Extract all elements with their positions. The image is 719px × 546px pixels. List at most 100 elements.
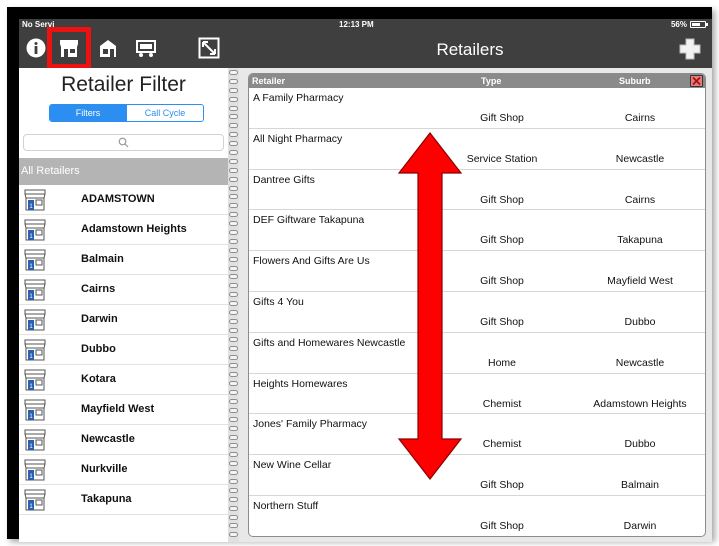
retailer-type: Gift Shop: [480, 112, 524, 124]
table-row[interactable]: Flowers And Gifts Are Us Gift Shop Mayfiel…: [249, 251, 705, 292]
tab-call-cycle[interactable]: Call Cycle: [126, 105, 203, 121]
filter-segmented-control: Filters Call Cycle: [49, 104, 204, 122]
binder-ring: [229, 238, 238, 244]
retailers-panel: Retailer Type Suburb A Family Pharmacy Gi…: [239, 68, 712, 542]
binder-rings: [229, 70, 239, 541]
binder-ring: [229, 354, 238, 360]
binder-ring: [229, 478, 238, 484]
binder-ring: [229, 96, 238, 102]
scroll-arrow-annotation: [397, 132, 463, 480]
binder-ring: [229, 470, 238, 476]
table-row[interactable]: Jones' Family Pharmacy Chemist Dubbo: [249, 414, 705, 456]
binder-ring: [229, 123, 238, 129]
suburb-label: Newcastle: [81, 433, 135, 445]
expand-icon[interactable]: [198, 37, 220, 59]
retailer-suburb: Adamstown Heights: [593, 397, 687, 410]
binder-ring: [229, 363, 238, 369]
retailer-suburb: Balmain: [621, 479, 659, 492]
store-icon: 1: [23, 248, 47, 272]
table-row[interactable]: Northern Stuff Gift Shop Darwin: [249, 496, 705, 536]
suburb-label: Balmain: [81, 253, 124, 265]
suburb-item[interactable]: 1 Kotara: [19, 365, 228, 395]
suburb-item[interactable]: 1 ADAMSTOWN: [19, 185, 228, 215]
cart-icon[interactable]: [135, 37, 157, 59]
store-icon: 1: [23, 188, 47, 212]
retailer-card-icon[interactable]: [97, 37, 119, 59]
ipad-screen: No Servi 12:13 PM 56% Retailers Retailer…: [19, 19, 712, 542]
binder-ring: [229, 416, 238, 422]
binder-ring: [229, 114, 238, 120]
retailer-suburb: Takapuna: [617, 234, 663, 247]
column-header-suburb[interactable]: Suburb: [619, 76, 651, 86]
suburb-item[interactable]: 1 Dubbo: [19, 335, 228, 365]
table-row[interactable]: Heights Homewares Chemist Adamstown Height…: [249, 374, 705, 415]
suburb-item[interactable]: 1 Takapuna: [19, 485, 228, 515]
binder-ring: [229, 221, 238, 227]
retailer-suburb: Dubbo: [624, 315, 656, 328]
table-row[interactable]: Gifts and Homewares Newcastle Home Newcast…: [249, 333, 705, 374]
binder-ring: [229, 78, 238, 84]
tab-filters[interactable]: Filters: [50, 105, 126, 121]
all-retailers-item[interactable]: All Retailers: [19, 158, 228, 185]
binder-ring: [229, 141, 238, 147]
table-body: A Family Pharmacy Gift Shop Cairns All Nig…: [249, 88, 705, 536]
info-icon[interactable]: [25, 37, 47, 59]
table-row[interactable]: Gifts 4 You Gift Shop Dubbo: [249, 292, 705, 333]
retailers-header: Retailers: [228, 31, 712, 68]
column-header-retailer[interactable]: Retailer: [252, 76, 285, 86]
column-header-type[interactable]: Type: [481, 76, 501, 86]
binder-ring: [229, 310, 238, 316]
table-row[interactable]: Dantree Gifts Gift Shop Cairns: [249, 170, 705, 211]
binder-ring: [229, 203, 238, 209]
store-icon: 1: [23, 368, 47, 392]
suburb-list: 1 ADAMSTOWN 1 Adamstown Heights 1 Balmain 1…: [19, 185, 228, 515]
close-icon[interactable]: [690, 75, 703, 87]
search-input[interactable]: [23, 134, 224, 151]
binder-ring: [229, 230, 238, 236]
retailer-name: Northern Stuff: [253, 499, 319, 512]
suburb-item[interactable]: 1 Newcastle: [19, 425, 228, 455]
retailer-name: Heights Homewares: [253, 377, 348, 390]
binder-ring: [229, 176, 238, 182]
binder-ring: [229, 487, 238, 493]
store-icon: 1: [23, 338, 47, 362]
retailer-suburb: Dubbo: [624, 438, 656, 451]
retailer-name: All Night Pharmacy: [253, 132, 343, 145]
binder-ring: [229, 150, 238, 156]
panel-divider: [228, 68, 239, 542]
battery-indicator: 56%: [670, 20, 708, 29]
suburb-label: Takapuna: [81, 493, 132, 505]
table-row[interactable]: New Wine Cellar Gift Shop Balmain: [249, 455, 705, 496]
suburb-item[interactable]: 1 Adamstown Heights: [19, 215, 228, 245]
retailer-suburb: Newcastle: [615, 356, 665, 369]
suburb-item[interactable]: 1 Cairns: [19, 275, 228, 305]
table-row[interactable]: All Night Pharmacy Service Station Newcast…: [249, 129, 705, 170]
table-row[interactable]: A Family Pharmacy Gift Shop Cairns: [249, 88, 705, 129]
suburb-item[interactable]: 1 Balmain: [19, 245, 228, 275]
suburb-item[interactable]: 1 Mayfield West: [19, 395, 228, 425]
retailer-suburb: Mayfield West: [607, 275, 673, 288]
binder-ring: [229, 185, 238, 191]
store-icon: 1: [23, 218, 47, 242]
binder-ring: [229, 132, 238, 138]
binder-ring: [229, 461, 238, 467]
binder-ring: [229, 372, 238, 378]
retailer-suburb: Darwin: [623, 519, 657, 532]
battery-percent: 56%: [670, 20, 687, 29]
retailer-name: Gifts 4 You: [253, 295, 304, 308]
plus-icon[interactable]: [678, 37, 702, 61]
retailer-suburb: Newcastle: [615, 152, 665, 165]
binder-ring: [229, 194, 238, 200]
retailer-suburb: Cairns: [624, 112, 656, 124]
binder-ring: [229, 70, 238, 75]
storefront-icon[interactable]: [58, 37, 80, 59]
binder-ring: [229, 87, 238, 93]
store-icon: 1: [23, 308, 47, 332]
screenshot-frame: No Servi 12:13 PM 56% Retailers Retailer…: [7, 7, 712, 542]
filter-panel: Retailer Filter Filters Call Cycle All R…: [19, 68, 228, 542]
binder-ring: [229, 158, 238, 164]
suburb-item[interactable]: 1 Nurkville: [19, 455, 228, 485]
suburb-item[interactable]: 1 Darwin: [19, 305, 228, 335]
table-header: Retailer Type Suburb: [249, 74, 705, 88]
table-row[interactable]: DEF Giftware Takapuna Gift Shop Takapuna: [249, 210, 705, 252]
